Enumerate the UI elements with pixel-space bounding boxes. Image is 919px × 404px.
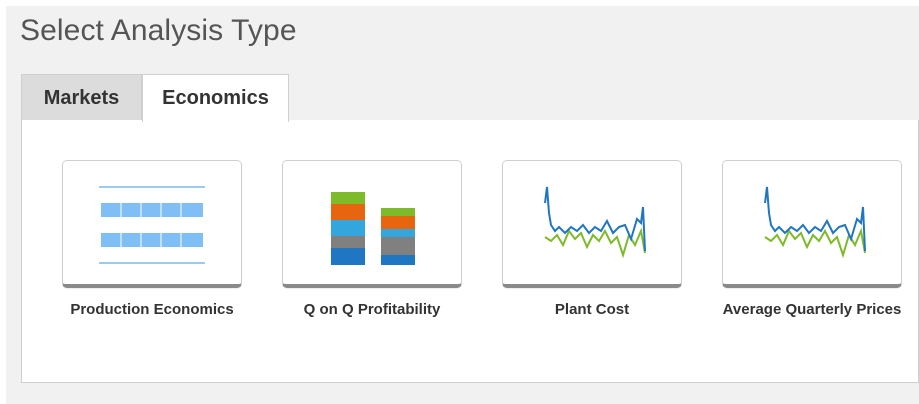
tab-content-economics: Production Economics Q on Q Profitabilit… — [21, 120, 919, 383]
card-label: Q on Q Profitability — [303, 301, 441, 318]
card-thumbnail — [502, 160, 682, 288]
card-production-economics[interactable]: Production Economics — [62, 160, 242, 320]
stacked-bar-icon — [331, 192, 415, 265]
card-average-quarterly-prices[interactable]: Average Quarterly Prices — [722, 160, 902, 320]
tab-economics[interactable]: Economics — [142, 74, 289, 122]
page-title: Select Analysis Type — [20, 14, 297, 47]
line-chart-icon — [764, 186, 866, 259]
card-label: Average Quarterly Prices — [722, 301, 902, 318]
card-label: Plant Cost — [554, 301, 630, 318]
tab-markets[interactable]: Markets — [21, 74, 142, 121]
card-q-on-q-profitability[interactable]: Q on Q Profitability — [282, 160, 462, 320]
card-plant-cost[interactable]: Plant Cost — [502, 160, 682, 320]
card-label: Production Economics — [70, 301, 234, 318]
card-thumbnail — [62, 160, 242, 288]
card-thumbnail — [722, 160, 902, 288]
table-icon — [99, 186, 205, 264]
analysis-type-panel: Select Analysis Type Markets Economics P… — [6, 6, 919, 404]
line-chart-icon — [544, 186, 646, 259]
card-thumbnail — [282, 160, 462, 288]
